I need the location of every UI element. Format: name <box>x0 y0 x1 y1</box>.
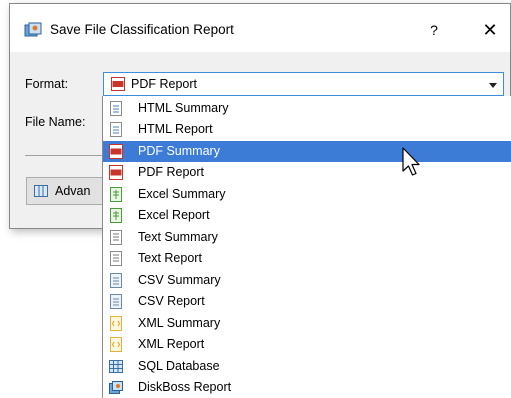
list-item-pdf-report[interactable]: PDF Report <box>103 162 511 183</box>
list-item-html-summary[interactable]: HTML Summary <box>103 98 511 119</box>
list-item-label: PDF Report <box>138 165 204 179</box>
list-item-sql-database[interactable]: SQL Database <box>103 356 511 377</box>
dialog-title: Save File Classification Report <box>50 22 234 37</box>
list-item-html-report[interactable]: HTML Report <box>103 119 511 140</box>
list-item-text-report[interactable]: Text Report <box>103 248 511 269</box>
csv-icon <box>110 273 122 288</box>
html-doc-icon <box>110 122 122 137</box>
format-combobox[interactable]: PDF Report <box>103 72 504 96</box>
list-item-label: Text Report <box>138 251 202 265</box>
xml-icon <box>110 337 122 352</box>
list-item-label: Excel Summary <box>138 187 226 201</box>
pdf-icon <box>109 165 123 180</box>
advanced-button-label: Advan <box>55 184 91 198</box>
list-item-xml-summary[interactable]: XML Summary <box>103 313 511 334</box>
diskboss-icon <box>109 381 123 394</box>
report-app-icon <box>24 22 42 37</box>
close-button[interactable]: ✕ <box>478 18 502 42</box>
list-item-pdf-summary[interactable]: PDF Summary <box>103 141 511 162</box>
list-item-label: Text Summary <box>138 230 218 244</box>
list-item-label: HTML Report <box>138 122 213 136</box>
format-dropdown-list: HTML Summary HTML Report PDF Summary PDF… <box>102 96 511 398</box>
chevron-down-icon[interactable] <box>489 83 497 88</box>
advanced-button[interactable]: Advan <box>26 177 110 205</box>
format-label: Format: <box>25 77 69 91</box>
list-item-label: CSV Report <box>138 294 205 308</box>
list-item-xml-report[interactable]: XML Report <box>103 334 511 355</box>
mouse-cursor-icon <box>402 147 420 176</box>
excel-icon <box>110 208 122 223</box>
excel-icon <box>110 187 122 202</box>
list-item-csv-report[interactable]: CSV Report <box>103 291 511 312</box>
database-grid-icon <box>109 360 123 373</box>
list-item-label: Excel Report <box>138 208 210 222</box>
list-item-excel-report[interactable]: Excel Report <box>103 205 511 226</box>
title-bar: Save File Classification Report ? ✕ <box>10 4 510 52</box>
separator <box>25 155 109 156</box>
csv-icon <box>110 294 122 309</box>
text-doc-icon <box>110 251 122 266</box>
list-item-label: SQL Database <box>138 359 220 373</box>
list-item-excel-summary[interactable]: Excel Summary <box>103 184 511 205</box>
list-item-diskboss-report[interactable]: DiskBoss Report <box>103 377 511 398</box>
list-item-label: XML Report <box>138 337 205 351</box>
list-item-label: HTML Summary <box>138 101 229 115</box>
list-item-label: DiskBoss Report <box>138 380 232 394</box>
html-doc-icon <box>110 101 122 116</box>
list-item-csv-summary[interactable]: CSV Summary <box>103 270 511 291</box>
advanced-settings-icon <box>34 185 48 197</box>
text-doc-icon <box>110 230 122 245</box>
filename-label: File Name: <box>25 115 86 129</box>
pdf-icon <box>111 77 125 91</box>
list-item-label: PDF Summary <box>138 144 220 158</box>
format-selected-value: PDF Report <box>131 77 197 91</box>
list-item-label: XML Summary <box>138 316 221 330</box>
help-button[interactable]: ? <box>422 18 446 42</box>
list-item-label: CSV Summary <box>138 273 221 287</box>
pdf-icon <box>109 144 123 159</box>
xml-icon <box>110 316 122 331</box>
list-item-text-summary[interactable]: Text Summary <box>103 227 511 248</box>
